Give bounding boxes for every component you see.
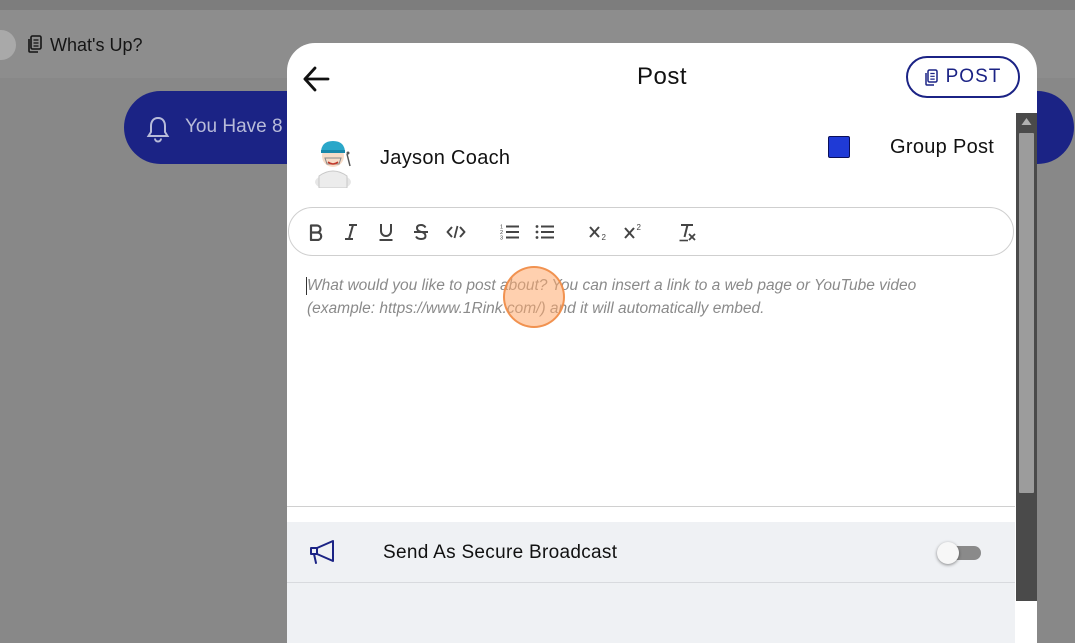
- post-editor[interactable]: What would you like to post about? You c…: [287, 257, 1015, 507]
- code-icon: [446, 225, 466, 239]
- superscript-button[interactable]: 2: [621, 220, 647, 244]
- underline-icon: [379, 224, 393, 241]
- bullet-list-button[interactable]: [532, 220, 558, 244]
- app-top-bar: [0, 0, 1075, 10]
- document-icon: [924, 68, 938, 86]
- avatar: [315, 141, 351, 188]
- code-button[interactable]: [443, 220, 469, 244]
- group-post-checkbox[interactable]: [828, 136, 850, 158]
- svg-text:2: 2: [602, 233, 607, 241]
- scrollbar-thumb[interactable]: [1019, 133, 1034, 493]
- bullet-list-icon: [535, 225, 554, 239]
- superscript-icon: 2: [624, 223, 642, 239]
- italic-button[interactable]: [338, 220, 364, 244]
- svg-text:2: 2: [637, 223, 642, 232]
- italic-icon: [345, 224, 357, 240]
- secure-broadcast-row: Send As Secure Broadcast: [287, 522, 1015, 583]
- secure-broadcast-toggle[interactable]: [937, 542, 981, 564]
- ordered-list-icon: 1 2 3: [500, 225, 519, 242]
- strikethrough-icon: [414, 223, 428, 241]
- document-icon: [28, 35, 42, 53]
- post-button-label: POST: [945, 66, 1002, 87]
- toggle-knob: [937, 542, 959, 564]
- secure-broadcast-label: Send As Secure Broadcast: [383, 542, 618, 563]
- app-header-title: What's Up?: [50, 35, 143, 55]
- post-button[interactable]: POST: [906, 56, 1020, 98]
- post-modal: Post POST Jayson Coach Group Post 1 2 3 …: [287, 43, 1037, 643]
- formatting-toolbar: 1 2 3 2 2: [288, 207, 1014, 256]
- subscript-button[interactable]: 2: [586, 220, 612, 244]
- clear-formatting-icon: [679, 224, 696, 242]
- modal-scrollbar[interactable]: [1016, 113, 1037, 601]
- megaphone-icon: [310, 540, 334, 564]
- editor-placeholder: What would you like to post about? You c…: [307, 277, 917, 317]
- clear-formatting-button[interactable]: [675, 220, 701, 244]
- group-post-label: Group Post: [890, 136, 995, 158]
- next-option-row[interactable]: [287, 583, 1015, 643]
- ordered-list-button[interactable]: 1 2 3: [497, 220, 523, 244]
- author-name: Jayson Coach: [380, 147, 511, 169]
- bold-icon: [309, 224, 323, 241]
- notification-banner-text: You Have 8: [185, 116, 283, 137]
- scroll-up-arrow-icon[interactable]: [1016, 113, 1037, 131]
- svg-text:3: 3: [500, 236, 503, 242]
- subscript-icon: 2: [589, 226, 607, 241]
- underline-button[interactable]: [373, 220, 399, 244]
- bold-button[interactable]: [303, 220, 329, 244]
- bell-icon: [146, 116, 170, 143]
- strikethrough-button[interactable]: [408, 220, 434, 244]
